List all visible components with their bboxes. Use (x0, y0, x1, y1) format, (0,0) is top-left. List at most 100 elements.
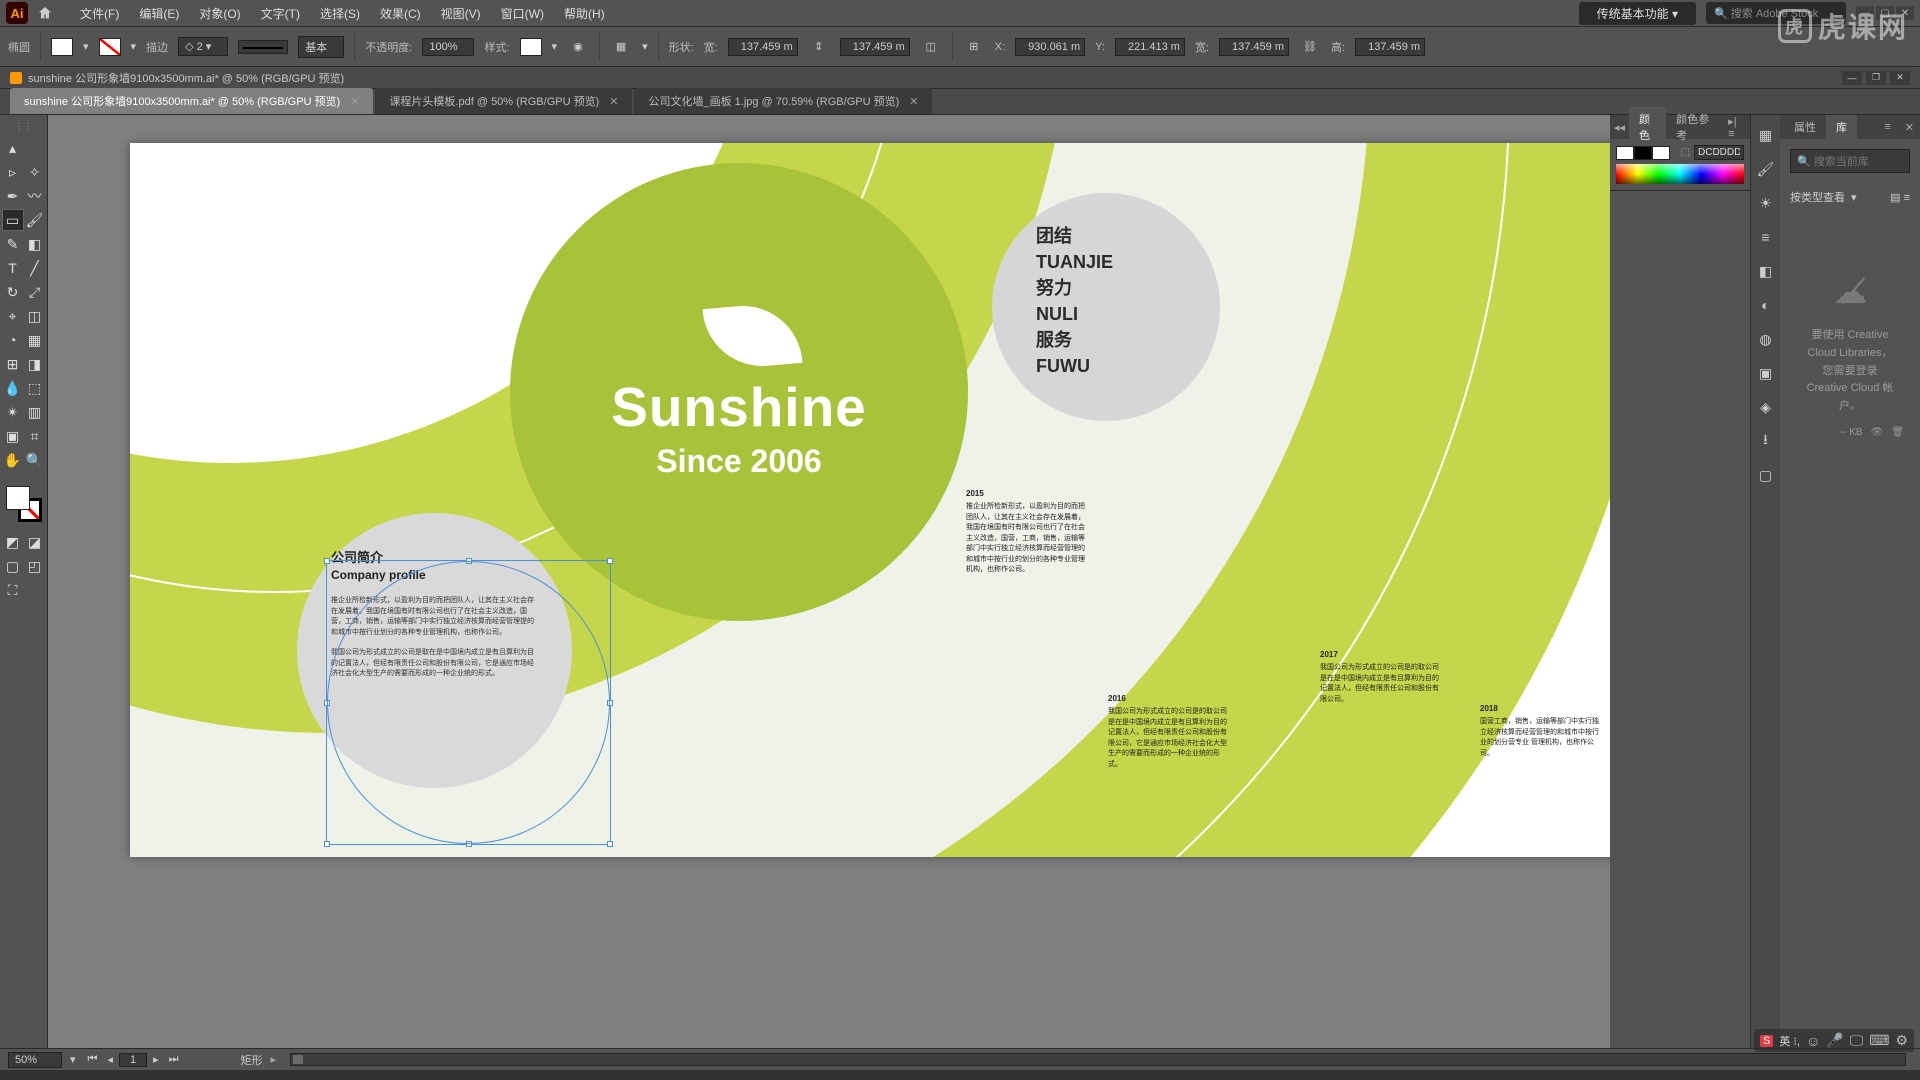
transform-icon[interactable]: ⊞ (963, 36, 985, 58)
color-black[interactable] (1634, 146, 1652, 160)
tray-keyboard-icon[interactable]: ⌨ (1869, 1032, 1889, 1049)
panel-close-icon[interactable]: ✕ (1899, 121, 1920, 134)
gradient-panel-icon[interactable]: ◧ (1756, 261, 1776, 281)
tab-close-icon[interactable]: ✕ (350, 95, 359, 108)
tab-properties[interactable]: 属性 (1784, 115, 1826, 139)
style-swatch[interactable] (520, 38, 542, 56)
zoom-tool[interactable]: 🔍 (24, 449, 46, 471)
menu-file[interactable]: 文件(F) (70, 5, 129, 22)
doc-restore-icon[interactable]: ❐ (1866, 71, 1886, 85)
asset-export-icon[interactable]: ⭳ (1756, 431, 1776, 451)
width-tool[interactable]: ⌖ (2, 305, 24, 327)
appearance-icon[interactable]: ◍ (1756, 329, 1776, 349)
panel-menu-icon[interactable]: ▸| ≡ (1720, 115, 1750, 140)
perspective-tool[interactable]: ▦ (24, 329, 46, 351)
panel-grip-icon[interactable]: ⋮⋮ (4, 121, 44, 132)
artboards-icon[interactable]: ▢ (1756, 465, 1776, 485)
tab-doc-2[interactable]: 课程片头模板.pdf @ 50% (RGB/GPU 预览)✕ (375, 88, 632, 114)
opacity-input[interactable]: 100% (422, 38, 474, 56)
rotate-tool[interactable]: ↻ (2, 281, 24, 303)
menu-view[interactable]: 视图(V) (431, 5, 491, 22)
hand-tool[interactable]: ✋ (2, 449, 24, 471)
tab-close-icon[interactable]: ✕ (909, 95, 918, 108)
scale-tool[interactable]: ⤢ (24, 281, 46, 303)
type-tool[interactable]: T (2, 257, 24, 279)
zoom-level[interactable]: 50% (8, 1052, 62, 1068)
tab-libraries[interactable]: 库 (1826, 115, 1857, 139)
stroke-profile[interactable] (238, 40, 288, 54)
shape-builder-tool[interactable]: ◔ (2, 329, 24, 351)
artboard-tool[interactable]: ▣ (2, 425, 24, 447)
nav-prev-icon[interactable]: ◂ (103, 1053, 117, 1067)
curvature-tool[interactable]: 〰 (24, 185, 46, 207)
hex-input[interactable] (1694, 145, 1744, 160)
tray-settings-icon[interactable]: ⚙ (1895, 1032, 1908, 1049)
blend-tool[interactable]: ⬚ (24, 377, 46, 399)
menu-effect[interactable]: 效果(C) (370, 5, 431, 22)
gradient-mode-icon[interactable]: ◪ (24, 531, 46, 553)
tab-color-guide[interactable]: 颜色参考 (1666, 107, 1720, 147)
color-white[interactable] (1616, 146, 1634, 160)
panel-menu-icon[interactable]: ≡ (1876, 121, 1898, 133)
graph-tool[interactable]: ▥ (24, 401, 46, 423)
layers-icon[interactable]: ◈ (1756, 397, 1776, 417)
align-icon[interactable]: ▦ (610, 36, 632, 58)
eyedropper-tool[interactable]: 💧 (2, 377, 24, 399)
brushes-icon[interactable]: 🖌 (1756, 159, 1776, 179)
direct-selection-tool[interactable]: ▹ (2, 161, 24, 183)
horizontal-scrollbar[interactable] (290, 1053, 1906, 1066)
paintbrush-tool[interactable]: 🖌 (24, 209, 46, 231)
doc-close-icon[interactable]: ✕ (1890, 71, 1910, 85)
menu-help[interactable]: 帮助(H) (554, 5, 615, 22)
tab-doc-1[interactable]: sunshine 公司形象墙9100x3500mm.ai* @ 50% (RGB… (10, 88, 373, 114)
transform-h[interactable]: 137.459 m (1355, 38, 1425, 56)
graphic-styles-icon[interactable]: ▣ (1756, 363, 1776, 383)
recolor-icon[interactable]: ◉ (567, 36, 589, 58)
library-sync-icon[interactable]: 👁 (1871, 427, 1884, 438)
tab-doc-3[interactable]: 公司文化墙_画板 1.jpg @ 70.59% (RGB/GPU 预览)✕ (634, 88, 932, 114)
doc-minimize-icon[interactable]: — (1842, 71, 1862, 85)
tab-color[interactable]: 颜色 (1629, 107, 1666, 147)
canvas[interactable]: Sunshine Since 2006 团结 TUANJIE 努力 NULI 服… (48, 115, 1610, 1048)
tray-screen-icon[interactable]: 🖵 (1850, 1032, 1864, 1049)
menu-object[interactable]: 对象(O) (189, 5, 250, 22)
slice-tool[interactable]: ⌗ (24, 425, 46, 447)
nav-first-icon[interactable]: ⏮ (84, 1053, 102, 1067)
library-search[interactable]: 🔍 搜索当前库 (1790, 149, 1910, 173)
stroke-weight[interactable]: ◇ 2 ▾ (178, 37, 228, 56)
panel-collapse-icon[interactable]: ◂◂ (1614, 121, 1625, 134)
home-icon[interactable] (34, 2, 56, 24)
workspace-switcher[interactable]: 传统基本功能 ▾ (1579, 2, 1696, 25)
swatches-icon[interactable]: ▦ (1756, 125, 1776, 145)
pen-tool[interactable]: ✒ (2, 185, 24, 207)
free-transform-tool[interactable]: ◫ (24, 305, 46, 327)
fill-stroke-control[interactable] (6, 486, 42, 522)
library-filter[interactable]: 按类型查看 ▾ ▤ ≡ (1790, 185, 1910, 209)
menu-select[interactable]: 选择(S) (310, 5, 370, 22)
pos-y[interactable]: 221.413 m (1115, 38, 1185, 56)
pencil-tool[interactable]: ✎ (2, 233, 24, 255)
symbols-icon[interactable]: ☀ (1756, 193, 1776, 213)
fill-swatch[interactable] (51, 38, 73, 56)
tray-mic-icon[interactable]: 🎤 (1826, 1032, 1843, 1049)
transform-w[interactable]: 137.459 m (1219, 38, 1289, 56)
gradient-tool[interactable]: ◨ (24, 353, 46, 375)
link-icon[interactable]: ⛓ (1299, 36, 1321, 58)
artboard-number[interactable]: 1 (119, 1053, 147, 1067)
symbol-sprayer-tool[interactable]: ✴ (2, 401, 24, 423)
pos-x[interactable]: 930.061 m (1015, 38, 1085, 56)
line-tool[interactable]: ╱ (24, 257, 46, 279)
ime-lang[interactable]: 英 ⁝, (1779, 1033, 1800, 1049)
nav-next-icon[interactable]: ▸ (149, 1053, 163, 1067)
tab-close-icon[interactable]: ✕ (609, 95, 618, 108)
ime-icon[interactable]: S (1760, 1035, 1773, 1047)
tray-emoji-icon[interactable]: ☺ (1806, 1033, 1820, 1049)
nav-last-icon[interactable]: ⏭ (165, 1053, 183, 1067)
shape-w[interactable]: 137.459 m (728, 38, 798, 56)
draw-behind-icon[interactable]: ◰ (24, 555, 46, 577)
menu-window[interactable]: 窗口(W) (491, 5, 554, 22)
link-wh-icon[interactable]: ⇕ (808, 36, 830, 58)
color-mode-icon[interactable]: ◩ (2, 531, 24, 553)
rectangle-tool[interactable]: ▭ (2, 209, 24, 231)
mesh-tool[interactable]: ⊞ (2, 353, 24, 375)
